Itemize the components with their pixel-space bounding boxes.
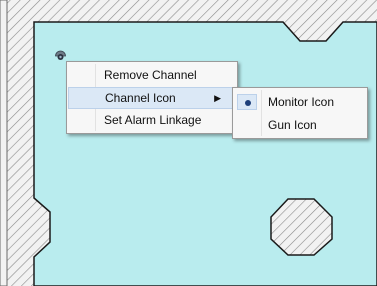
- radio-selected-indicator: [237, 94, 257, 110]
- menu-item-set-alarm-linkage[interactable]: Set Alarm Linkage: [68, 109, 236, 131]
- context-menu: Remove Channel Channel Icon ▶ Set Alarm …: [66, 61, 238, 134]
- chevron-right-icon: ▶: [214, 93, 221, 103]
- pillar: [270, 198, 333, 256]
- menu-item-label: Set Alarm Linkage: [104, 113, 202, 127]
- menu-item-channel-icon[interactable]: Channel Icon ▶: [68, 87, 236, 109]
- channel-icon-submenu: Monitor Icon Gun Icon: [232, 87, 368, 139]
- menu-item-label: Channel Icon: [105, 91, 176, 105]
- submenu-item-gun-icon[interactable]: Gun Icon: [234, 114, 366, 136]
- wall-edge: [0, 0, 8, 286]
- submenu-item-label: Gun Icon: [268, 118, 317, 132]
- floor-plan-map: [0, 0, 377, 286]
- submenu-item-label: Monitor Icon: [268, 95, 335, 109]
- menu-item-remove-channel[interactable]: Remove Channel: [68, 64, 236, 86]
- submenu-item-monitor-icon[interactable]: Monitor Icon: [234, 91, 366, 113]
- menu-item-label: Remove Channel: [104, 68, 197, 82]
- radio-dot-icon: [245, 100, 251, 106]
